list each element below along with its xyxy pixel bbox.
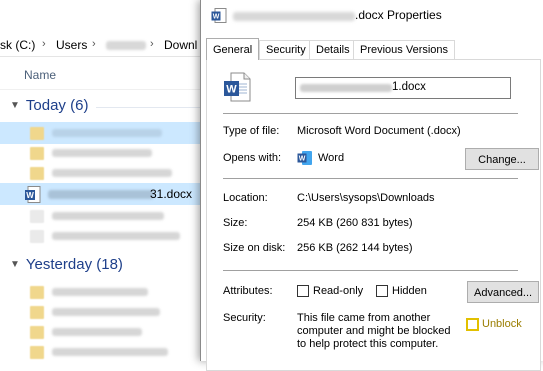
advanced-button[interactable]: Advanced... — [467, 281, 539, 303]
breadcrumb-downloads[interactable]: Downl — [164, 38, 197, 52]
folder-file-icon — [30, 127, 44, 140]
group-label: Yesterday (18) — [25, 256, 123, 273]
redacted-filename — [52, 308, 160, 316]
size-label: Size: — [223, 217, 248, 229]
redacted-filename — [52, 149, 152, 157]
word-document-icon: W — [211, 8, 227, 23]
list-item[interactable] — [0, 281, 202, 303]
type-of-file-label: Type of file: — [223, 125, 280, 137]
list-item[interactable] — [0, 225, 202, 247]
redacted-filename — [52, 169, 172, 177]
dialog-titlebar[interactable]: W .docx Properties — [201, 0, 543, 32]
filename-input[interactable]: 1.docx — [295, 77, 511, 99]
size-on-disk-label: Size on disk: — [223, 242, 286, 254]
change-button[interactable]: Change... — [465, 148, 539, 170]
folder-file-icon — [30, 326, 44, 339]
chevron-down-icon[interactable]: ▼ — [10, 100, 20, 111]
divider — [223, 178, 518, 179]
breadcrumb-drive[interactable]: sk (C:) — [0, 38, 35, 52]
file-icon — [30, 230, 44, 243]
divider — [223, 270, 518, 271]
folder-file-icon — [30, 286, 44, 299]
redacted-filename — [52, 129, 162, 137]
breadcrumb-users[interactable]: Users — [56, 38, 87, 52]
folder-file-icon — [30, 346, 44, 359]
security-label: Security: — [223, 312, 266, 324]
redacted-filename — [52, 328, 142, 336]
redacted-filename — [52, 212, 164, 220]
hidden-label[interactable]: Hidden — [392, 285, 427, 297]
size-value: 254 KB (260 831 bytes) — [297, 217, 413, 229]
group-label: Today (6) — [25, 97, 89, 114]
redacted-title — [233, 12, 355, 21]
tab-previous-versions[interactable]: Previous Versions — [353, 40, 456, 59]
attributes-label: Attributes: — [223, 285, 273, 297]
properties-dialog: W .docx Properties General Security Deta… — [200, 0, 543, 371]
chevron-right-icon[interactable]: › — [92, 38, 96, 50]
divider — [223, 113, 518, 114]
chevron-right-icon[interactable]: › — [42, 38, 46, 50]
word-document-icon: W — [25, 186, 41, 203]
list-item[interactable] — [0, 301, 202, 323]
tab-details[interactable]: Details — [309, 40, 357, 59]
address-bar[interactable]: sk (C:) › Users › › Downl — [0, 34, 220, 57]
folder-file-icon — [30, 147, 44, 160]
word-document-large-icon: W — [224, 72, 251, 102]
list-item[interactable] — [0, 341, 202, 363]
redacted-filename — [52, 232, 180, 240]
word-app-icon: W — [297, 151, 312, 165]
readonly-label[interactable]: Read-only — [313, 285, 363, 297]
selected-file-name: 31.docx — [150, 187, 193, 201]
file-icon — [30, 210, 44, 223]
list-item[interactable] — [0, 122, 202, 144]
size-on-disk-value: 256 KB (262 144 bytes) — [297, 242, 413, 254]
hidden-checkbox[interactable] — [376, 285, 388, 297]
chevron-down-icon[interactable]: ▼ — [10, 259, 20, 270]
chevron-right-icon[interactable]: › — [150, 38, 154, 50]
header-divider — [0, 89, 220, 90]
tab-security[interactable]: Security — [259, 40, 313, 59]
column-header-name[interactable]: Name — [24, 68, 56, 82]
redacted-filename — [48, 190, 154, 199]
svg-text:W: W — [299, 156, 306, 163]
list-item[interactable] — [0, 321, 202, 343]
opens-with-label: Opens with: — [223, 152, 282, 164]
svg-text:W: W — [213, 14, 220, 21]
list-item[interactable] — [0, 205, 202, 227]
redacted-filename — [52, 288, 148, 296]
opens-with-value: Word — [318, 152, 345, 164]
redacted-filename — [300, 84, 392, 92]
location-value: C:\Users\sysops\Downloads — [297, 192, 435, 204]
security-message: This file came from another computer and… — [297, 312, 451, 350]
group-divider — [96, 107, 202, 108]
list-item[interactable] — [0, 142, 202, 164]
type-of-file-value: Microsoft Word Document (.docx) — [297, 125, 461, 137]
svg-text:W: W — [26, 191, 34, 200]
unblock-label[interactable]: Unblock — [482, 318, 522, 330]
group-yesterday[interactable]: ▼ Yesterday (18) — [10, 256, 123, 273]
readonly-checkbox[interactable] — [297, 285, 309, 297]
dialog-title: .docx Properties — [355, 8, 442, 22]
selected-file-row[interactable]: W 31.docx — [0, 183, 202, 205]
unblock-checkbox[interactable] — [466, 318, 479, 331]
location-label: Location: — [223, 192, 268, 204]
tab-general[interactable]: General — [206, 38, 260, 60]
svg-text:W: W — [226, 84, 237, 96]
filename-value: 1.docx — [392, 81, 426, 93]
redacted-filename — [52, 348, 168, 356]
folder-file-icon — [30, 306, 44, 319]
list-item[interactable] — [0, 162, 202, 184]
group-today[interactable]: ▼ Today (6) — [10, 97, 88, 114]
breadcrumb-username-redacted[interactable] — [106, 41, 146, 50]
folder-file-icon — [30, 167, 44, 180]
